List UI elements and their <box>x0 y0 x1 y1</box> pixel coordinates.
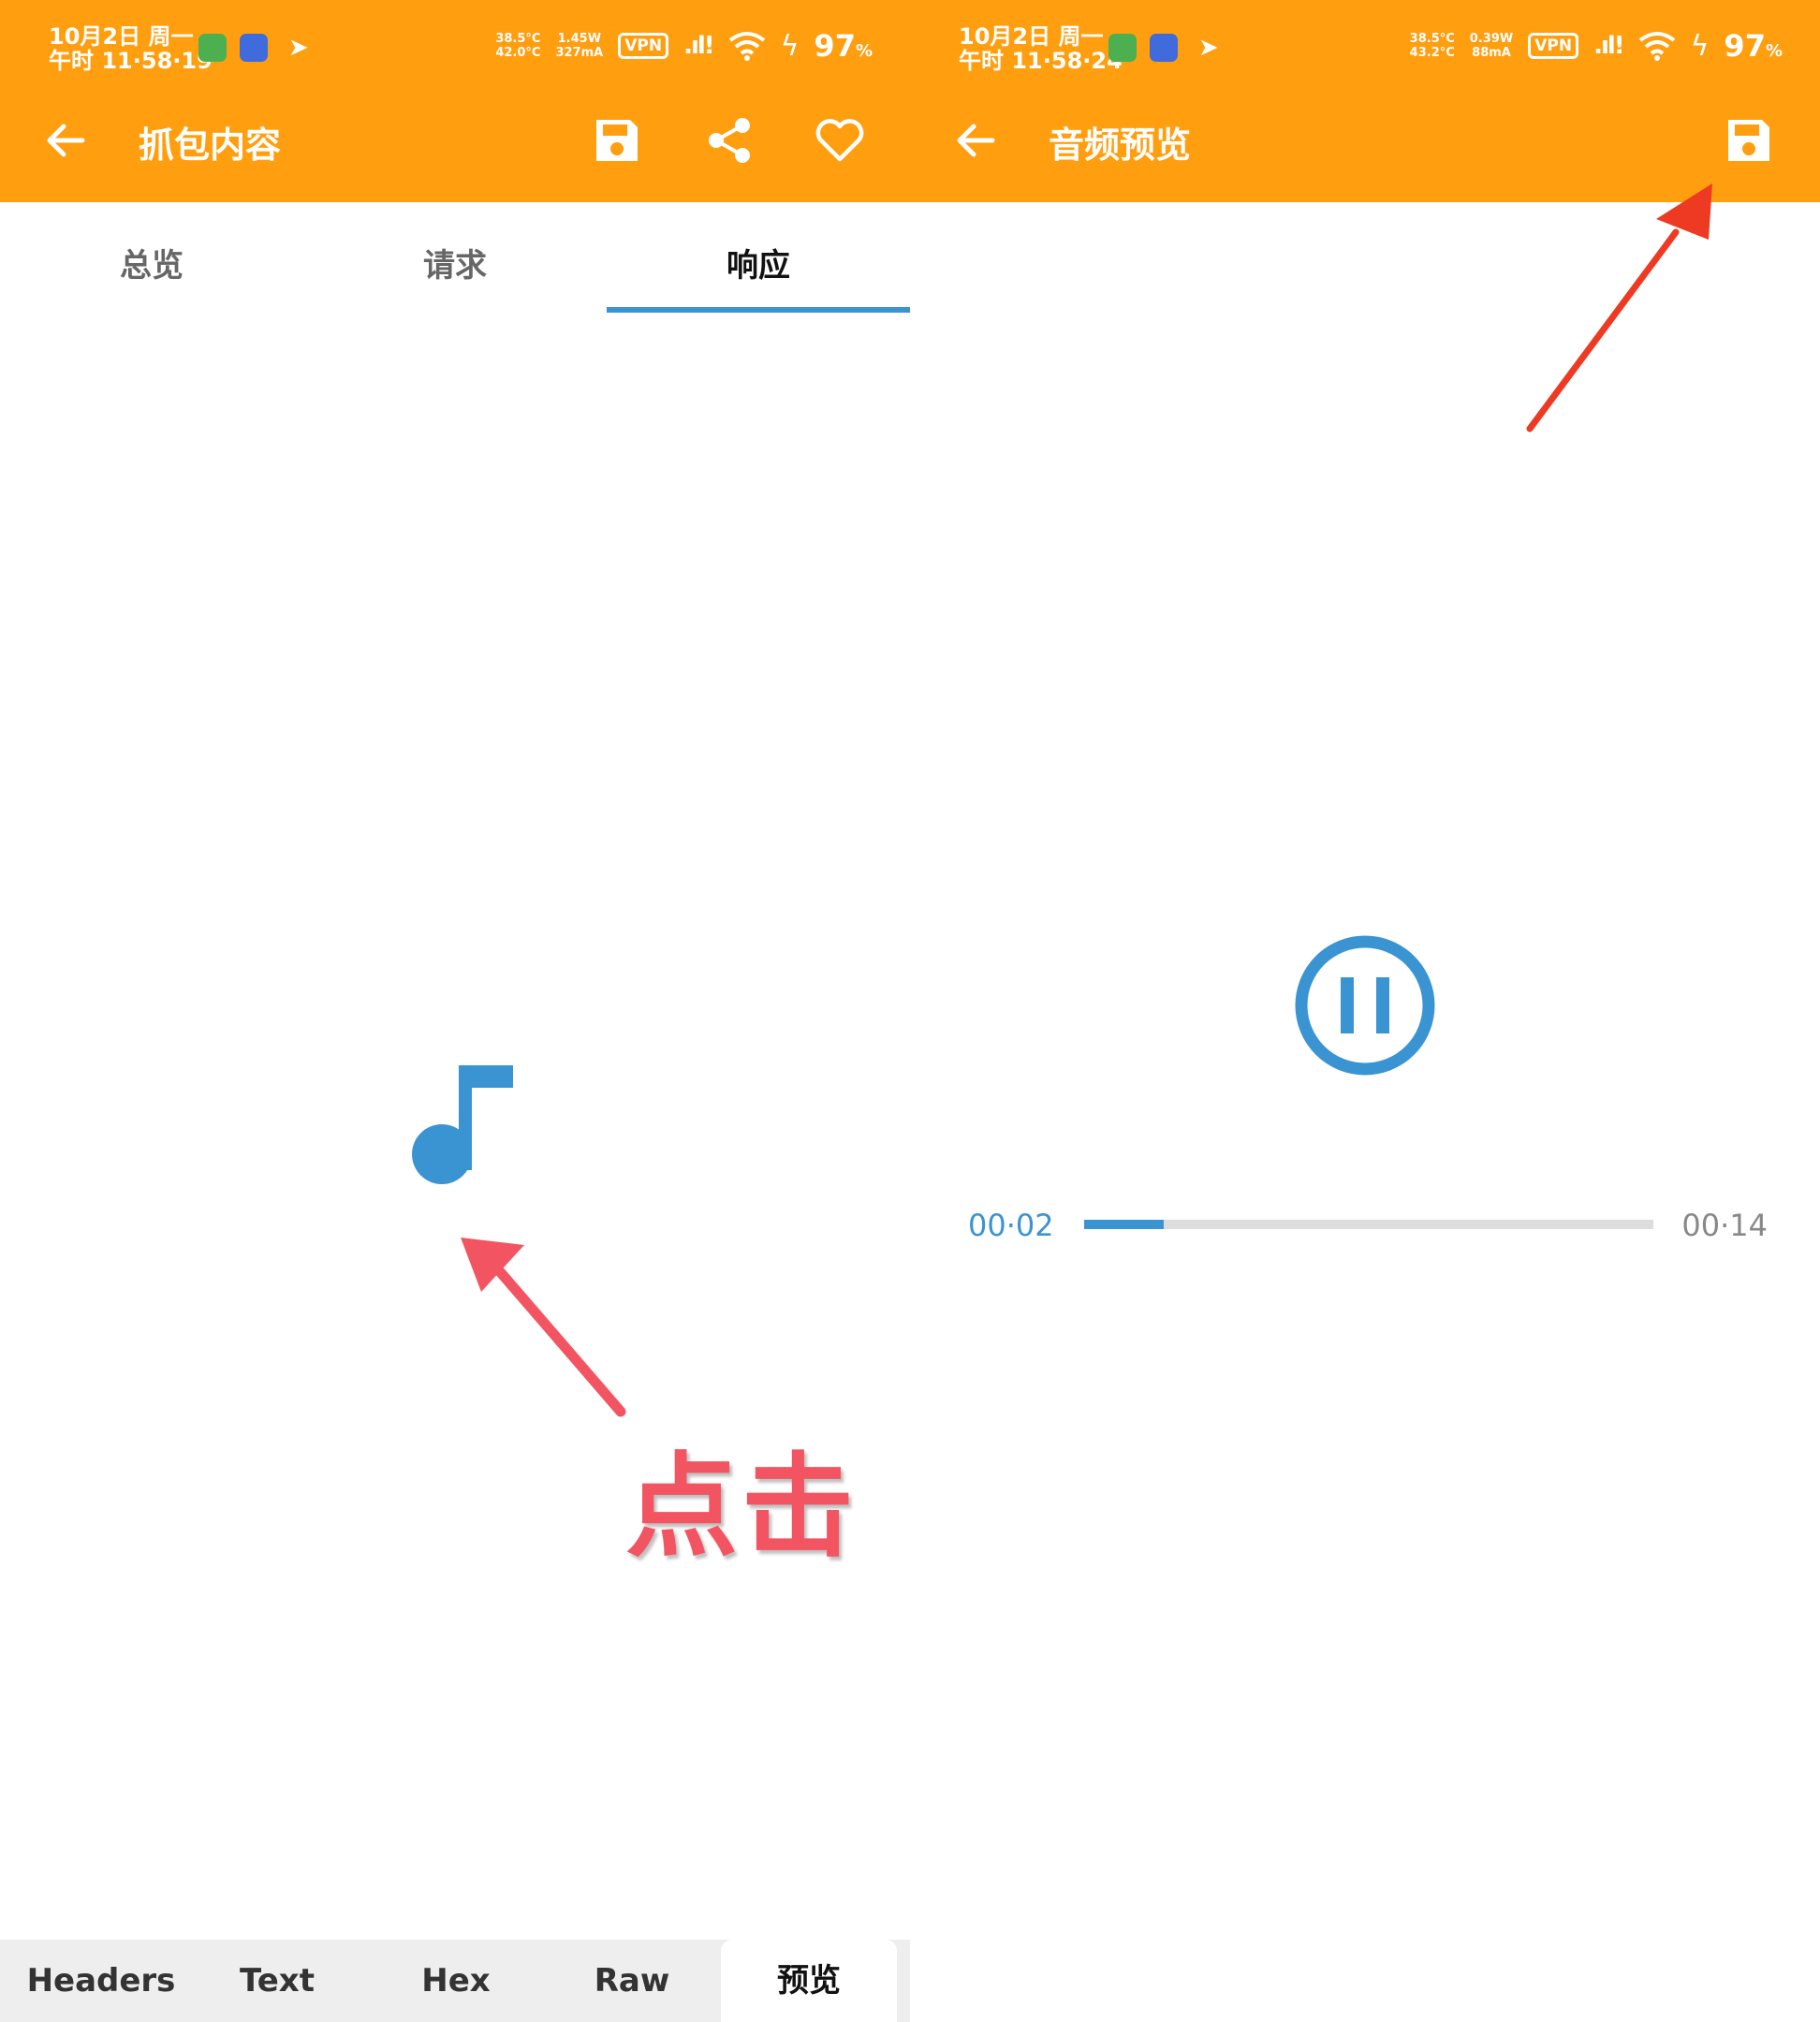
status-right: 38.5°C 43.2°C 0.39W 88mA VPN .ıl! ϟ 97% <box>1410 28 1783 64</box>
power-readout: 1.45W 327mA <box>555 32 603 60</box>
temp-2: 42.0°C <box>495 46 541 60</box>
status-bar: 10月2日 周一 午时 11·58·19 ➤ 38.5°C 42.0°C 1.4… <box>0 0 910 94</box>
format-tabs: Headers Text Hex Raw 预览 <box>0 1940 910 2022</box>
wifi-icon <box>728 32 765 61</box>
power-current: 327mA <box>555 46 604 60</box>
power-watts: 0.39W <box>1469 32 1514 46</box>
heart-icon[interactable] <box>812 112 868 168</box>
annotation-label: 点击 <box>625 1443 858 1573</box>
content-tabs: 总览 请求 响应 <box>0 202 910 315</box>
annotation-arrow <box>1526 183 1712 432</box>
status-bar: 10月2日 周一 午时 11·58·24 ➤ 38.5°C 43.2°C 0.3… <box>910 0 1820 94</box>
tab-preview[interactable]: 预览 <box>721 1940 897 2022</box>
status-date: 10月2日 周一 <box>49 23 194 50</box>
app-bar: 10月2日 周一 午时 11·58·19 ➤ 38.5°C 42.0°C 1.4… <box>0 0 910 202</box>
cell-signal-icon: .ıl! <box>1593 32 1625 60</box>
temperature-readout: 38.5°C 42.0°C <box>495 32 540 60</box>
battery-level: 97% <box>814 28 873 64</box>
temp-2: 43.2°C <box>1409 46 1455 60</box>
app-notification-icon <box>1108 34 1137 62</box>
page-title: 音频预览 <box>1049 125 1192 166</box>
battery-unit: % <box>855 41 873 61</box>
save-icon[interactable] <box>1721 112 1777 168</box>
temp-1: 38.5°C <box>495 32 541 46</box>
battery-value: 97 <box>814 28 856 64</box>
status-right: 38.5°C 42.0°C 1.45W 327mA VPN .ıl! ϟ 97% <box>495 28 873 64</box>
tab-text[interactable]: Text <box>202 1940 352 2022</box>
vpn-badge: VPN <box>1528 33 1579 59</box>
status-datetime: 10月2日 周一 午时 11·58·19 <box>49 24 213 73</box>
location-icon: ➤ <box>288 34 309 62</box>
capture-content-screen: 10月2日 周一 午时 11·58·19 ➤ 38.5°C 42.0°C 1.4… <box>0 0 910 2022</box>
page-title: 抓包内容 <box>139 125 282 166</box>
status-time: 午时 11·58·24 <box>959 48 1123 74</box>
tab-headers[interactable]: Headers <box>0 1940 202 2022</box>
power-watts: 1.45W <box>557 32 602 46</box>
back-arrow-icon[interactable] <box>947 112 1004 168</box>
location-icon: ➤ <box>1198 34 1219 62</box>
status-date: 10月2日 周一 <box>959 23 1104 50</box>
tab-indicator <box>607 307 910 313</box>
gallery-notification-icon <box>1150 34 1178 62</box>
temp-1: 38.5°C <box>1409 32 1455 46</box>
charging-icon: ϟ <box>780 29 800 63</box>
seek-bar[interactable] <box>1084 1220 1653 1229</box>
status-time: 午时 11·58·19 <box>49 48 213 74</box>
vpn-badge: VPN <box>618 33 669 59</box>
total-time: 00·14 <box>1681 1208 1768 1243</box>
tab-raw[interactable]: Raw <box>545 1940 719 2022</box>
cell-signal-icon: .ıl! <box>683 32 715 60</box>
toolbar: 抓包内容 <box>0 94 910 202</box>
audio-preview-screen: 10月2日 周一 午时 11·58·24 ➤ 38.5°C 43.2°C 0.3… <box>910 0 1820 2022</box>
tab-response[interactable]: 响应 <box>607 240 910 286</box>
tab-overview[interactable]: 总览 <box>0 240 303 286</box>
share-icon[interactable] <box>701 112 757 168</box>
temperature-readout: 38.5°C 43.2°C <box>1410 32 1455 60</box>
current-time: 00·02 <box>968 1208 1054 1243</box>
app-notification-icon <box>198 34 227 62</box>
battery-value: 97 <box>1724 28 1766 64</box>
pause-circle-icon[interactable] <box>1292 932 1438 1078</box>
tab-request[interactable]: 请求 <box>303 240 607 286</box>
music-note-icon[interactable] <box>403 1058 515 1189</box>
tab-hex[interactable]: Hex <box>367 1940 545 2022</box>
power-readout: 0.39W 88mA <box>1470 32 1513 60</box>
battery-unit: % <box>1765 41 1783 61</box>
power-current: 88mA <box>1472 46 1511 60</box>
battery-level: 97% <box>1724 28 1783 64</box>
annotation-arrow <box>461 1238 626 1417</box>
wifi-icon <box>1638 32 1675 61</box>
save-icon[interactable] <box>589 112 645 168</box>
gallery-notification-icon <box>240 34 268 62</box>
charging-icon: ϟ <box>1690 29 1710 63</box>
app-bar: 10月2日 周一 午时 11·58·24 ➤ 38.5°C 43.2°C 0.3… <box>910 0 1820 202</box>
seek-bar-progress <box>1084 1220 1165 1229</box>
back-arrow-icon[interactable] <box>37 112 94 168</box>
status-datetime: 10月2日 周一 午时 11·58·24 <box>959 24 1123 73</box>
